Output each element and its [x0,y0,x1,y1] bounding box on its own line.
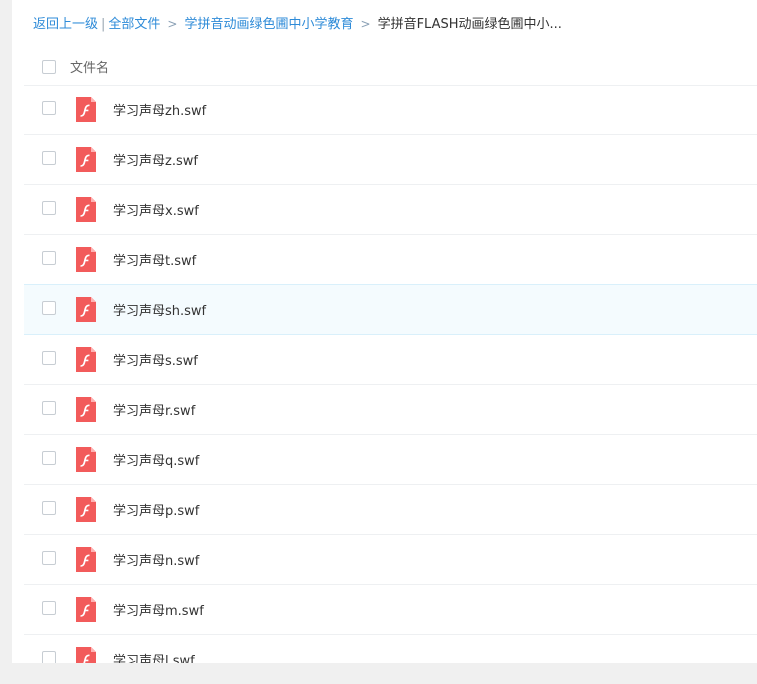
file-checkbox[interactable] [42,451,56,465]
file-name-link[interactable]: 学习声母z.swf [113,150,198,169]
file-checkbox[interactable] [42,351,56,365]
file-row[interactable]: 学习声母n.swf [24,535,757,585]
breadcrumb-arrow: > [167,17,178,31]
file-name-link[interactable]: 学习声母l.swf [113,650,195,663]
file-row[interactable]: 学习声母s.swf [24,335,757,385]
flash-file-icon [74,147,98,172]
file-checkbox[interactable] [42,601,56,615]
file-name-link[interactable]: 学习声母q.swf [113,450,199,469]
all-files-link[interactable]: 全部文件 [108,17,160,32]
file-name-link[interactable]: 学习声母s.swf [113,350,198,369]
file-name-link[interactable]: 学习声母p.swf [113,500,199,519]
select-all-checkbox[interactable] [42,60,56,74]
file-name-link[interactable]: 学习声母x.swf [113,200,199,219]
file-row[interactable]: 学习声母q.swf [24,435,757,485]
flash-file-icon [74,597,98,622]
file-name-link[interactable]: 学习声母sh.swf [113,300,206,319]
file-row[interactable]: 学习声母zh.swf [24,85,757,135]
list-header: 文件名 [24,50,757,86]
file-list-panel: 返回上一级 | 全部文件 > 学拼音动画绿色圃中小学教育 > 学拼音FLASH动画绿色圃中小… [12,0,757,663]
file-checkbox[interactable] [42,151,56,165]
file-name-link[interactable]: 学习声母zh.swf [113,100,206,119]
file-name-link[interactable]: 学习声母r.swf [113,400,195,419]
file-checkbox[interactable] [42,401,56,415]
file-row[interactable]: 学习声母p.swf [24,485,757,535]
file-row[interactable]: 学习声母x.swf [24,185,757,235]
file-name-link[interactable]: 学习声母t.swf [113,250,196,269]
flash-file-icon [74,97,98,122]
file-name-link[interactable]: 学习声母n.swf [113,550,199,569]
breadcrumb: 返回上一级 | 全部文件 > 学拼音动画绿色圃中小学教育 > 学拼音FLASH动画绿色圃中小… [33,14,562,34]
file-checkbox[interactable] [42,501,56,515]
file-name-link[interactable]: 学习声母m.swf [113,600,204,619]
flash-file-icon [74,297,98,322]
flash-file-icon [74,197,98,222]
file-checkbox[interactable] [42,101,56,115]
flash-file-icon [74,347,98,372]
file-checkbox[interactable] [42,651,56,663]
flash-file-icon [74,647,98,663]
breadcrumb-arrow: > [360,17,371,31]
flash-file-icon [74,547,98,572]
flash-file-icon [74,247,98,272]
file-rows: 学习声母zh.swf 学习声母z.swf 学习声母x.swf 学习声母t.swf 学习声… [24,85,757,663]
file-checkbox[interactable] [42,201,56,215]
back-link[interactable]: 返回上一级 [33,17,98,32]
flash-file-icon [74,447,98,472]
file-checkbox[interactable] [42,551,56,565]
file-row[interactable]: 学习声母t.swf [24,235,757,285]
flash-file-icon [74,497,98,522]
breadcrumb-current: 学拼音FLASH动画绿色圃中小... [377,17,562,32]
column-header-filename[interactable]: 文件名 [70,57,109,76]
breadcrumb-folder-link[interactable]: 学拼音动画绿色圃中小学教育 [184,17,353,32]
file-row[interactable]: 学习声母r.swf [24,385,757,435]
file-row[interactable]: 学习声母sh.swf [24,284,757,335]
file-row[interactable]: 学习声母l.swf [24,635,757,663]
file-checkbox[interactable] [42,301,56,315]
file-checkbox[interactable] [42,251,56,265]
breadcrumb-separator: | [101,17,106,32]
file-row[interactable]: 学习声母m.swf [24,585,757,635]
flash-file-icon [74,397,98,422]
file-row[interactable]: 学习声母z.swf [24,135,757,185]
